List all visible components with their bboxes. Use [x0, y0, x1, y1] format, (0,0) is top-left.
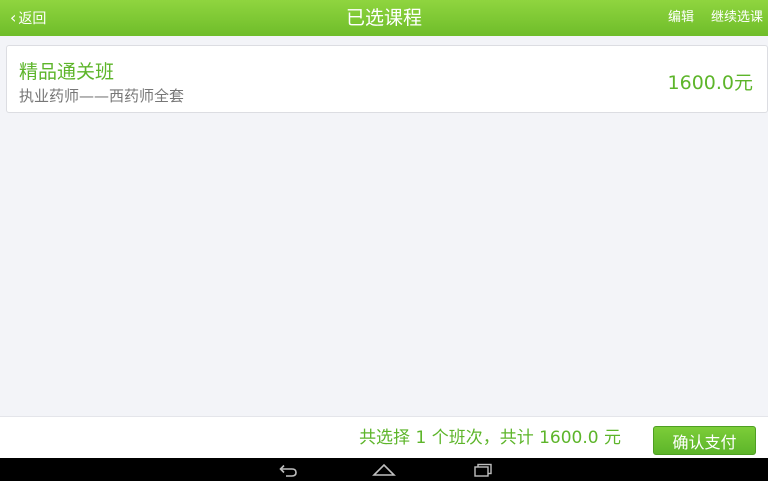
course-name: 精品通关班: [19, 61, 115, 83]
home-icon[interactable]: [364, 458, 404, 481]
continue-selecting-button[interactable]: 继续选课: [711, 0, 763, 36]
checkout-bar: 共选择 1 个班次，共计 1600.0 元 确认支付: [0, 416, 768, 458]
confirm-payment-button[interactable]: 确认支付: [653, 426, 756, 455]
class-count: 1: [415, 428, 427, 448]
back-label: 返回: [18, 11, 47, 27]
edit-button[interactable]: 编辑: [668, 0, 694, 36]
recent-apps-icon[interactable]: [463, 458, 503, 481]
system-navigation-bar: [0, 458, 768, 481]
top-bar: ‹ 返回 已选课程 编辑 继续选课: [0, 0, 768, 36]
page-title: 已选课程: [345, 7, 422, 29]
summary-middle: 个班次，共计: [426, 428, 540, 448]
back-icon[interactable]: [268, 458, 308, 481]
course-item[interactable]: 精品通关班 执业药师——西药师全套 1600.0元: [6, 45, 768, 113]
back-button[interactable]: ‹ 返回: [10, 0, 46, 36]
course-description: 执业药师——西药师全套: [19, 87, 185, 105]
total-amount: 1600.0: [539, 428, 599, 448]
currency-label: 元: [598, 428, 621, 448]
order-summary: 共选择 1 个班次，共计 1600.0 元: [359, 417, 621, 459]
chevron-left-icon: ‹: [10, 8, 17, 27]
course-price: 1600.0元: [667, 72, 753, 94]
summary-prefix: 共选择: [359, 428, 416, 448]
